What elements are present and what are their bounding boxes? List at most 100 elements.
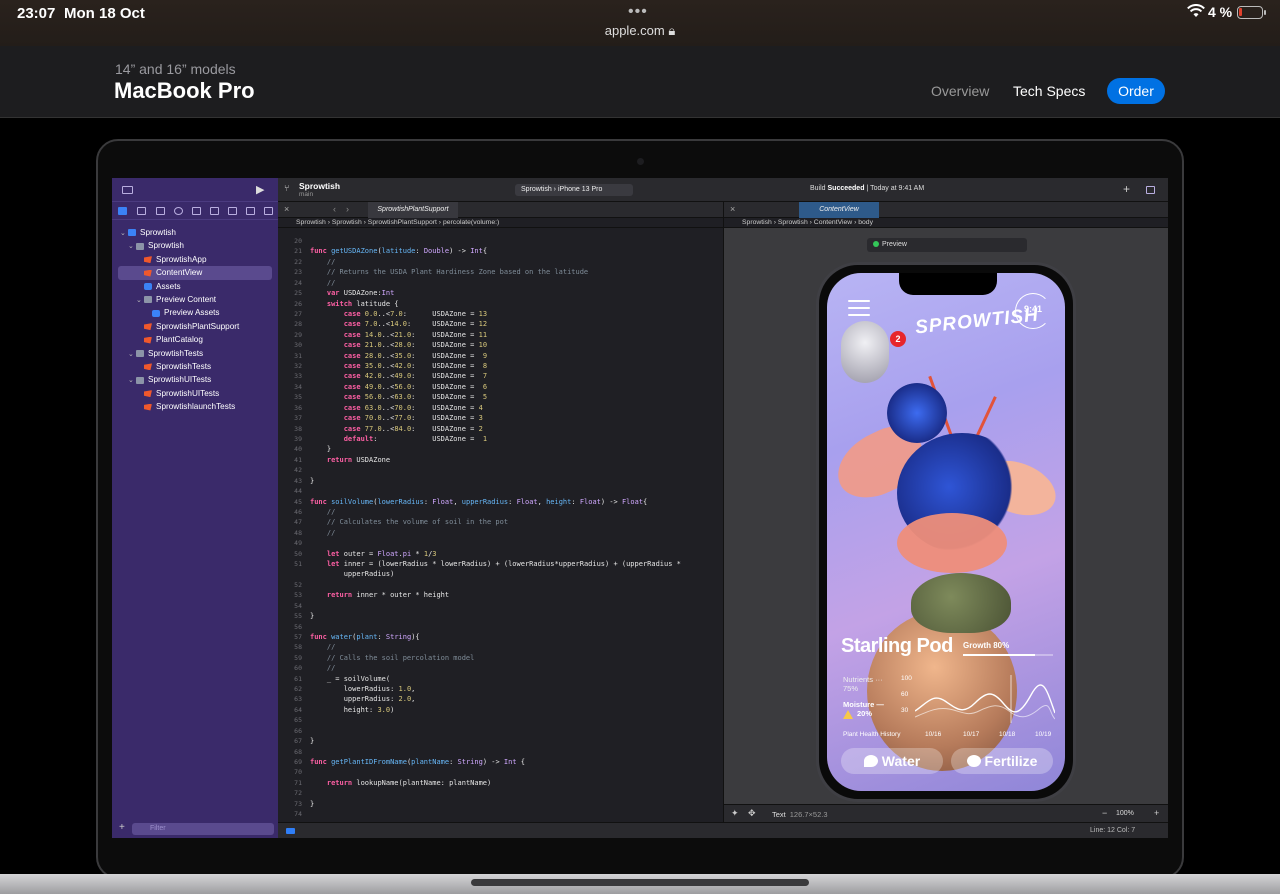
navigator-item[interactable]: ⌄ Sprowtish bbox=[120, 226, 176, 239]
navigator-item[interactable]: ⌄ Preview Content bbox=[136, 293, 216, 306]
scheme-selector[interactable]: Sprowtish › iPhone 13 Pro bbox=[515, 184, 633, 196]
navigator-item[interactable]: ⌄ Sprowtish bbox=[128, 239, 184, 252]
fertilize-button[interactable]: Fertilize bbox=[951, 748, 1053, 774]
code-line[interactable]: 20 bbox=[278, 236, 724, 246]
navigator-item[interactable]: ⌄ SprowtishUITests bbox=[128, 373, 211, 386]
preview-controls[interactable]: Preview bbox=[867, 238, 1027, 252]
code-line[interactable]: 36 case 63.0..<70.0: USDAZone = 4 bbox=[278, 403, 724, 413]
search-icon[interactable] bbox=[174, 207, 183, 215]
chevron-right-icon[interactable]: › bbox=[346, 204, 349, 214]
disclosure-chevron-icon[interactable]: ⌄ bbox=[128, 374, 136, 387]
code-line[interactable]: upperRadius) bbox=[278, 569, 724, 579]
canvas-jump-bar[interactable]: Sprowtish › Sprowtish › ContentView › bo… bbox=[724, 218, 1168, 228]
source-control-icon[interactable] bbox=[137, 207, 146, 215]
code-line[interactable]: 52 bbox=[278, 580, 724, 590]
code-line[interactable]: 37 case 70.0..<77.0: USDAZone = 3 bbox=[278, 413, 724, 423]
navigator-item[interactable]: SprowtishPlantSupport bbox=[136, 320, 239, 333]
code-line[interactable]: 22 // bbox=[278, 257, 724, 267]
issue-icon[interactable] bbox=[192, 207, 201, 215]
code-line[interactable]: 44 bbox=[278, 486, 724, 496]
code-line[interactable]: 35 case 56.0..<63.0: USDAZone = 5 bbox=[278, 392, 724, 402]
breakpoint-icon[interactable] bbox=[246, 207, 255, 215]
code-line[interactable]: 33 case 42.0..<49.0: USDAZone = 7 bbox=[278, 371, 724, 381]
water-button[interactable]: Water bbox=[841, 748, 943, 774]
code-line[interactable]: 70 bbox=[278, 767, 724, 777]
disclosure-chevron-icon[interactable]: ⌄ bbox=[136, 294, 144, 307]
tab-sprowtish-plant-support[interactable]: SprowtishPlantSupport bbox=[368, 202, 458, 218]
code-line[interactable]: 23 // Returns the USDA Plant Hardiness Z… bbox=[278, 267, 724, 277]
product-title[interactable]: MacBook Pro bbox=[114, 78, 255, 104]
code-line[interactable]: 65 bbox=[278, 715, 724, 725]
navigator-item[interactable]: Preview Assets bbox=[144, 306, 220, 319]
code-line[interactable]: 60 // bbox=[278, 663, 724, 673]
inspector-toggle-icon[interactable] bbox=[1146, 186, 1155, 194]
robot-avatar[interactable] bbox=[841, 321, 889, 383]
close-icon[interactable]: × bbox=[284, 204, 289, 214]
code-line[interactable]: 56 bbox=[278, 622, 724, 632]
code-line[interactable]: 42 bbox=[278, 465, 724, 475]
code-line[interactable]: 61 _ = soilVolume( bbox=[278, 674, 724, 684]
jump-item[interactable]: Sprowtish bbox=[332, 219, 362, 226]
navigator-item[interactable]: SprowtishApp bbox=[136, 253, 207, 266]
code-line[interactable]: 41 return USDAZone bbox=[278, 455, 724, 465]
disclosure-chevron-icon[interactable]: ⌄ bbox=[120, 227, 128, 240]
code-line[interactable]: 53 return inner * outer * height bbox=[278, 590, 724, 600]
zoom-level[interactable]: 100% bbox=[1116, 810, 1134, 817]
run-icon[interactable]: ▶ bbox=[256, 183, 264, 196]
jump-item[interactable]: Sprowtish bbox=[296, 219, 326, 226]
navigator-item[interactable]: SprowtishlaunchTests bbox=[136, 400, 235, 413]
code-line[interactable]: 54 bbox=[278, 601, 724, 611]
navigator-item[interactable]: ContentView bbox=[136, 266, 202, 279]
code-line[interactable]: 34 case 49.0..<56.0: USDAZone = 6 bbox=[278, 382, 724, 392]
code-line[interactable]: 62 lowerRadius: 1.0, bbox=[278, 684, 724, 694]
jump-item[interactable]: ContentView bbox=[814, 219, 852, 226]
jump-item[interactable]: Sprowtish bbox=[778, 219, 808, 226]
overview-link[interactable]: Overview bbox=[931, 83, 989, 99]
code-line[interactable]: 40 } bbox=[278, 444, 724, 454]
tab-content-view[interactable]: ContentView bbox=[799, 202, 879, 218]
pin-icon[interactable]: ✦ bbox=[731, 808, 739, 819]
debug-icon[interactable] bbox=[228, 207, 237, 215]
disclosure-chevron-icon[interactable]: ⌄ bbox=[128, 240, 136, 253]
test-icon[interactable] bbox=[210, 207, 219, 215]
code-line[interactable]: 24 // bbox=[278, 278, 724, 288]
code-line[interactable]: 59 // Calls the soil percolation model bbox=[278, 653, 724, 663]
more-dots-icon[interactable]: ••• bbox=[628, 3, 648, 21]
code-line[interactable]: 55} bbox=[278, 611, 724, 621]
navigator-item[interactable]: Assets bbox=[136, 280, 181, 293]
disclosure-chevron-icon[interactable]: ⌄ bbox=[128, 348, 136, 361]
code-line[interactable]: 58 // bbox=[278, 642, 724, 652]
jump-item[interactable]: Sprowtish bbox=[742, 219, 772, 226]
filter-input[interactable]: Filter bbox=[132, 823, 274, 835]
add-icon[interactable]: + bbox=[119, 822, 125, 833]
report-icon[interactable] bbox=[264, 207, 273, 215]
code-line[interactable]: 48 // bbox=[278, 528, 724, 538]
navigator-item[interactable]: PlantCatalog bbox=[136, 333, 203, 346]
code-line[interactable]: 68 bbox=[278, 747, 724, 757]
jump-item[interactable]: percolate(volume:) bbox=[443, 219, 499, 226]
code-line[interactable]: 64 height: 3.0) bbox=[278, 705, 724, 715]
code-line[interactable]: 29 case 14.0..<21.0: USDAZone = 11 bbox=[278, 330, 724, 340]
code-line[interactable]: 57 func water(plant: String){ bbox=[278, 632, 724, 642]
close-icon[interactable]: × bbox=[730, 204, 735, 214]
code-line[interactable]: 51 let inner = (lowerRadius * lowerRadiu… bbox=[278, 559, 724, 569]
code-line[interactable]: 63 upperRadius: 2.0, bbox=[278, 694, 724, 704]
code-line[interactable]: 49 bbox=[278, 538, 724, 548]
zoom-in-icon[interactable]: + bbox=[1154, 808, 1159, 818]
address-bar[interactable]: apple.com 🔒︎ bbox=[0, 23, 1280, 39]
code-line[interactable]: 32 case 35.0..<42.0: USDAZone = 8 bbox=[278, 361, 724, 371]
code-line[interactable]: 74 bbox=[278, 809, 724, 819]
code-line[interactable]: 72 bbox=[278, 788, 724, 798]
code-line[interactable]: 39 default: USDAZone = 1 bbox=[278, 434, 724, 444]
code-line[interactable]: 27 case 0.0..<7.0: USDAZone = 13 bbox=[278, 309, 724, 319]
source-editor[interactable]: × ‹ › SprowtishPlantSupport Sprowtish › … bbox=[278, 202, 724, 822]
zoom-out-icon[interactable]: − bbox=[1102, 808, 1107, 818]
code-line[interactable]: 25 var USDAZone:Int bbox=[278, 288, 724, 298]
symbol-icon[interactable] bbox=[156, 207, 165, 215]
code-line[interactable]: 73} bbox=[278, 799, 724, 809]
code-line[interactable]: 26 switch latitude { bbox=[278, 299, 724, 309]
code-line[interactable]: 28 case 7.0..<14.0: USDAZone = 12 bbox=[278, 319, 724, 329]
editor-jump-bar[interactable]: Sprowtish › Sprowtish › SprowtishPlantSu… bbox=[278, 218, 723, 228]
code-line[interactable]: 46 // bbox=[278, 507, 724, 517]
order-button[interactable]: Order bbox=[1107, 78, 1165, 104]
